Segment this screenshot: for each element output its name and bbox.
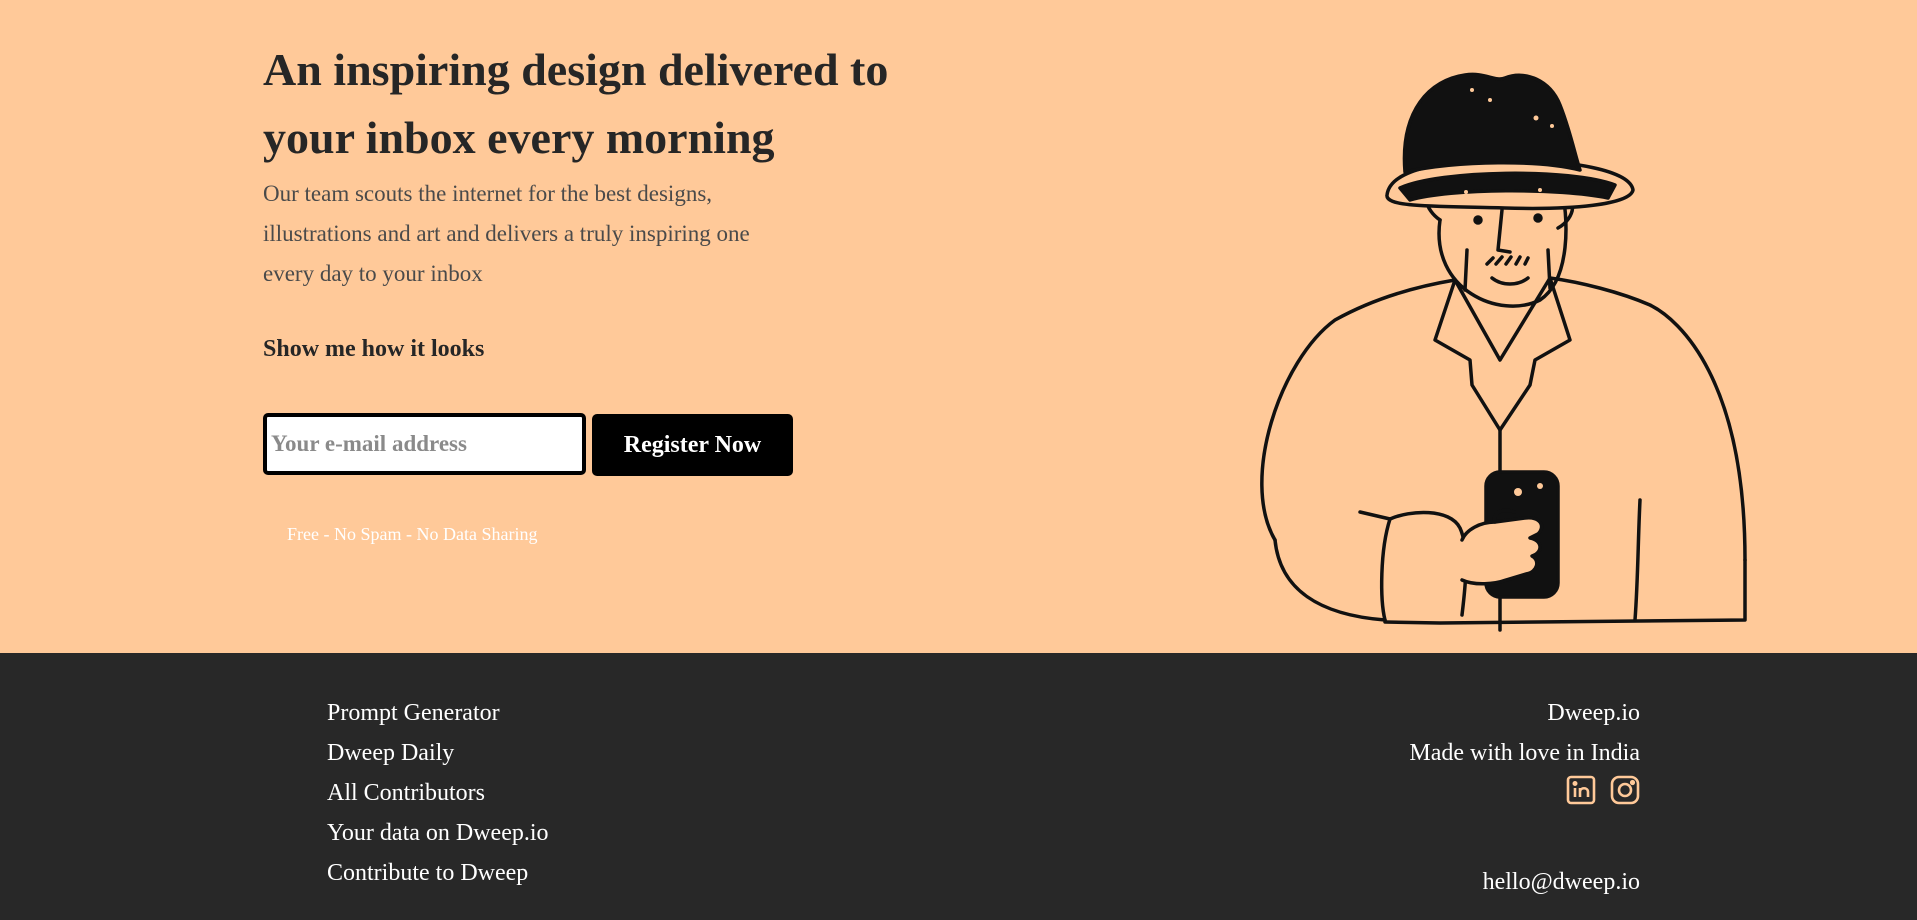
linkedin-icon[interactable]: [1566, 775, 1596, 805]
hero-headline: An inspiring design delivered to your in…: [263, 44, 889, 163]
footer-link-dweep-daily[interactable]: Dweep Daily: [327, 733, 549, 773]
footer-link-contribute[interactable]: Contribute to Dweep: [327, 853, 549, 893]
register-button[interactable]: Register Now: [592, 414, 793, 476]
social-icons: [1409, 775, 1640, 805]
footer-links: Prompt Generator Dweep Daily All Contrib…: [327, 693, 549, 893]
no-spam-note: Free - No Spam - No Data Sharing: [287, 524, 538, 544]
email-input[interactable]: [263, 413, 586, 475]
footer-link-prompt-generator[interactable]: Prompt Generator: [327, 693, 549, 733]
man-with-hat-holding-phone-illustration: [1260, 72, 1747, 632]
footer-tagline: Made with love in India: [1409, 740, 1640, 766]
footer-brand-block: Dweep.io Made with love in India: [1409, 693, 1640, 805]
footer-link-all-contributors[interactable]: All Contributors: [327, 773, 549, 813]
hero-section: An inspiring design delivered to your in…: [0, 0, 1917, 653]
hero-subtext: Our team scouts the internet for the bes…: [263, 181, 750, 286]
show-preview-link[interactable]: Show me how it looks: [263, 336, 484, 363]
footer-link-your-data[interactable]: Your data on Dweep.io: [327, 813, 549, 853]
instagram-icon[interactable]: [1610, 775, 1640, 805]
site-footer: Prompt Generator Dweep Daily All Contrib…: [0, 653, 1917, 920]
footer-brand: Dweep.io: [1547, 700, 1640, 726]
footer-email-link[interactable]: hello@dweep.io: [1483, 869, 1640, 896]
